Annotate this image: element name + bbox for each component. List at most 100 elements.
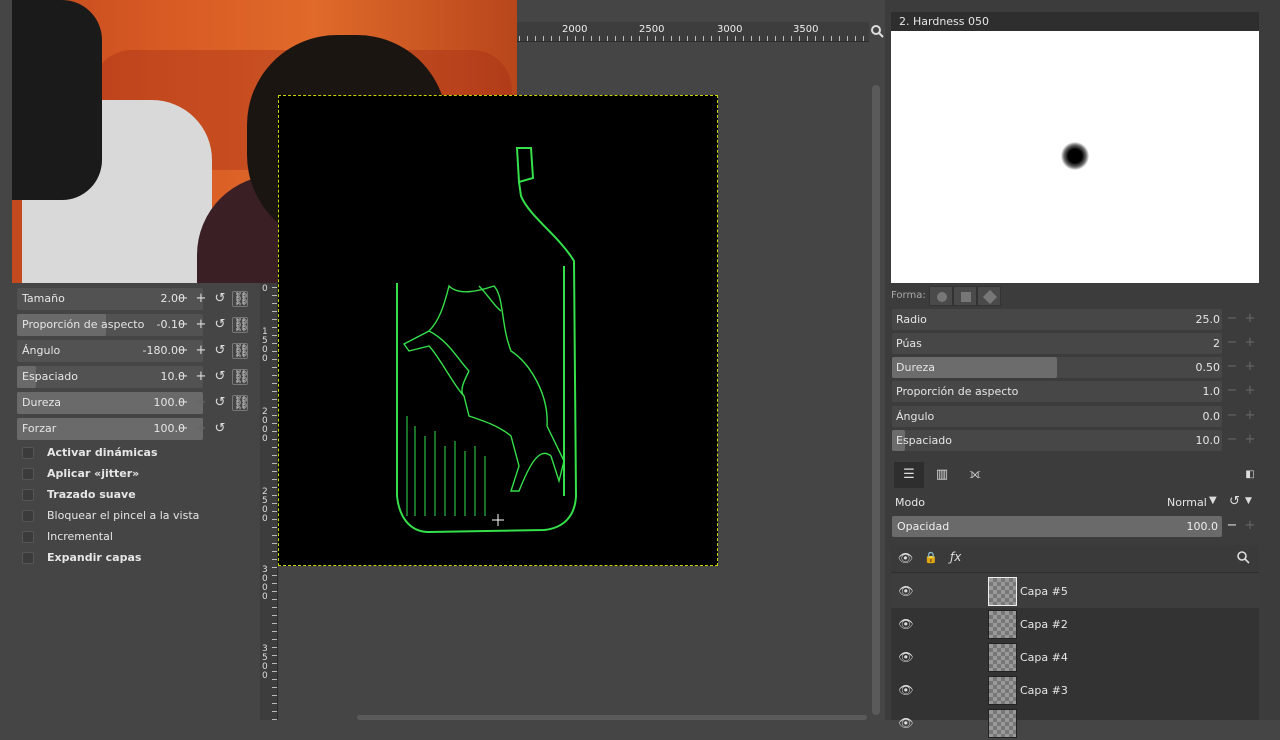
chevron-down-icon[interactable]: ▼	[1209, 495, 1217, 506]
checkbox-box[interactable]	[22, 468, 34, 480]
checkbox-box[interactable]	[22, 552, 34, 564]
eye-icon[interactable]: 👁	[898, 715, 914, 731]
chain-icon[interactable]: ⛓	[232, 395, 250, 411]
slider-value: 25.0	[1195, 313, 1221, 326]
minus-icon[interactable]: −	[1225, 336, 1239, 350]
search-icon[interactable]	[1236, 550, 1250, 567]
dock-menu-icon[interactable]: ◧	[1241, 462, 1259, 488]
reset-icon[interactable]: ↺	[212, 395, 228, 411]
horizontal-scrollbar[interactable]	[357, 715, 867, 720]
image-canvas[interactable]	[278, 95, 718, 566]
minus-icon[interactable]: −	[1225, 519, 1239, 533]
plus-icon[interactable]: +	[193, 317, 209, 333]
hardness-param-slider[interactable]: Dureza 0.50	[892, 357, 1222, 378]
diamond-shape-button[interactable]	[977, 286, 1001, 306]
eye-icon[interactable]: 👁	[898, 616, 914, 632]
plus-icon[interactable]: +	[193, 343, 209, 359]
ruler-tick	[583, 36, 584, 41]
ruler-label: 2000	[562, 24, 588, 35]
eye-icon[interactable]: 👁	[898, 583, 914, 599]
person-left-hair	[12, 0, 102, 200]
plus-icon[interactable]: +	[1243, 312, 1257, 326]
reset-icon[interactable]: ↺	[212, 421, 228, 437]
reset-icon[interactable]: ↺	[212, 369, 228, 385]
layer-row[interactable]: 👁 Capa #2	[891, 608, 1259, 641]
minus-icon[interactable]: −	[1225, 433, 1239, 447]
plus-icon[interactable]: +	[1243, 519, 1257, 533]
brush-editor-title: 2. Hardness 050	[891, 12, 1259, 31]
mode-select[interactable]: Normal	[1167, 496, 1207, 509]
chain-icon[interactable]: ⛓	[232, 343, 250, 359]
minus-icon[interactable]: −	[1225, 409, 1239, 423]
checkbox-box[interactable]	[22, 531, 34, 543]
reset-icon[interactable]: ↺	[212, 317, 228, 333]
eye-icon[interactable]: 👁	[898, 551, 913, 565]
layer-row[interactable]: 👁 Capa #3	[891, 674, 1259, 707]
ruler-tick	[519, 36, 520, 41]
ruler-tick	[551, 36, 552, 41]
ruler-tick	[839, 36, 840, 41]
ruler-tick	[575, 36, 576, 41]
reset-icon[interactable]: ↺	[212, 291, 228, 307]
circle-shape-button[interactable]	[929, 286, 953, 306]
vertical-ruler[interactable]: 0 1 5 0 0 2 0 0 0 2 5 0 0 3 0 0 0 3 5 0 …	[260, 283, 278, 720]
minus-icon[interactable]: −	[175, 291, 191, 307]
layer-row[interactable]: 👁 Capa #4	[891, 641, 1259, 674]
reset-icon[interactable]: ↺	[212, 343, 228, 359]
layer-row-partial[interactable]: 👁	[891, 707, 1259, 740]
lock-icon[interactable]: 🔒	[924, 551, 938, 564]
chain-icon[interactable]: ⛓	[232, 291, 250, 307]
ruler-tick	[272, 567, 277, 568]
paths-tab-icon[interactable]: ⟗	[960, 462, 990, 488]
square-shape-button[interactable]	[953, 286, 977, 306]
ruler-tick	[272, 495, 277, 496]
plus-icon[interactable]: +	[193, 369, 209, 385]
minus-icon[interactable]: −	[175, 317, 191, 333]
horizontal-ruler[interactable]: 2000 2500 3000 3500	[517, 22, 869, 42]
channels-tab-icon[interactable]: ▥	[927, 462, 957, 488]
fx-icon[interactable]: ƒx	[950, 550, 961, 564]
minus-icon[interactable]: −	[1225, 360, 1239, 374]
vertical-scrollbar[interactable]	[872, 85, 880, 715]
layer-thumbnail	[988, 577, 1017, 606]
zoom-search-icon[interactable]	[870, 24, 884, 40]
chain-icon[interactable]: ⛓	[232, 369, 250, 385]
minus-icon[interactable]: −	[175, 395, 191, 411]
plus-icon[interactable]: +	[193, 395, 209, 411]
eye-icon[interactable]: 👁	[898, 682, 914, 698]
spacing-param-slider[interactable]: Espaciado 10.0	[892, 430, 1222, 451]
minus-icon[interactable]: −	[175, 343, 191, 359]
chevron-down-icon[interactable]: ▼	[1245, 496, 1252, 506]
checkbox-box[interactable]	[22, 447, 34, 459]
ruler-tick	[272, 375, 277, 376]
checkbox-label: Bloquear el pincel a la vista	[47, 509, 200, 522]
layers-tab-icon[interactable]: ☰	[894, 462, 924, 488]
minus-icon[interactable]: −	[175, 421, 191, 437]
plus-icon[interactable]: +	[1243, 433, 1257, 447]
minus-icon[interactable]: −	[1225, 384, 1239, 398]
ruler-tick	[272, 511, 277, 512]
chain-icon[interactable]: ⛓	[232, 317, 250, 333]
aspect-param-slider[interactable]: Proporción de aspecto 1.0	[892, 381, 1222, 402]
checkbox-box[interactable]	[22, 510, 34, 522]
slider-value: 1.0	[1202, 385, 1221, 398]
eye-icon[interactable]: 👁	[898, 649, 914, 665]
ruler-tick	[272, 583, 277, 584]
ruler-tick	[272, 415, 277, 416]
spikes-slider[interactable]: Púas 2	[892, 333, 1222, 354]
reset-mode-icon[interactable]: ↺	[1229, 494, 1240, 509]
plus-icon[interactable]: +	[193, 421, 209, 437]
minus-icon[interactable]: −	[175, 369, 191, 385]
ruler-tick	[591, 36, 592, 41]
plus-icon[interactable]: +	[1243, 384, 1257, 398]
plus-icon[interactable]: +	[193, 291, 209, 307]
plus-icon[interactable]: +	[1243, 336, 1257, 350]
plus-icon[interactable]: +	[1243, 360, 1257, 374]
plus-icon[interactable]: +	[1243, 409, 1257, 423]
layer-row[interactable]: 👁 Capa #5	[891, 575, 1259, 608]
angle-param-slider[interactable]: Ángulo 0.0	[892, 406, 1222, 427]
checkbox-box[interactable]	[22, 489, 34, 501]
opacity-slider[interactable]: Opacidad 100.0	[892, 516, 1222, 537]
radius-slider[interactable]: Radio 25.0	[892, 309, 1222, 330]
minus-icon[interactable]: −	[1225, 312, 1239, 326]
